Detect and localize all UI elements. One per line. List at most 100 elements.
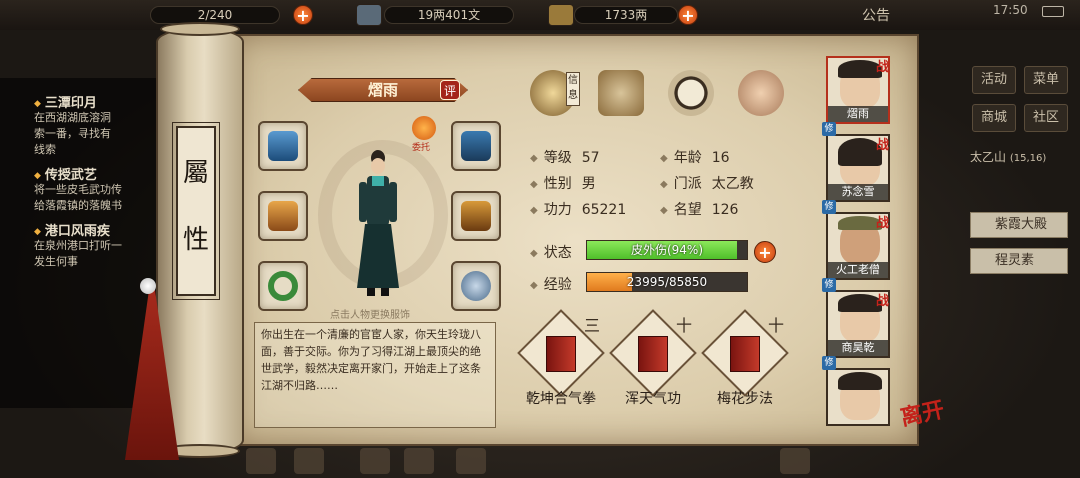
change-outfit-hint: 点击人物更换服饰 — [330, 310, 410, 321]
silver-display: 1733两 — [574, 6, 678, 24]
meridian-body-icon[interactable] — [738, 70, 784, 116]
bottom-menu-icon[interactable] — [456, 448, 486, 474]
bracer-icon — [268, 201, 298, 231]
exp-bar-text: 23995/85850 — [626, 275, 708, 289]
add-silver-button[interactable]: + — [678, 5, 698, 25]
location-coords: (15,16) — [1009, 153, 1047, 164]
stat-label: 名望 — [673, 202, 702, 218]
stat-value: 太乙教 — [711, 176, 754, 192]
copper-coin-icon — [356, 4, 382, 26]
equip-slot-gloves[interactable] — [258, 121, 308, 171]
train-badge: 修 — [822, 278, 836, 292]
mall-button[interactable]: 商城 — [972, 104, 1016, 132]
notice-button[interactable]: 公告 — [862, 5, 890, 25]
skill-mark: 十 — [768, 316, 785, 335]
panel-title: 屬性 — [172, 122, 220, 300]
gauntlet-icon — [268, 131, 298, 161]
activity-button[interactable]: 活动 — [972, 66, 1016, 94]
companion-name: 商昊乾 — [828, 340, 888, 356]
stat-label: 等级 — [543, 150, 572, 166]
equip-slot-helmet[interactable] — [451, 121, 501, 171]
skill-mark: 三 — [584, 316, 601, 335]
battle-badge: 战 — [876, 216, 890, 231]
ring-icon — [268, 271, 298, 301]
skill-mark: 十 — [676, 316, 693, 335]
entrust-label: 委托 — [412, 143, 431, 153]
stamina-display: 2/240 — [150, 6, 280, 24]
stat-label: 状态 — [543, 245, 572, 261]
heal-button[interactable]: + — [754, 241, 776, 263]
stat-level: 等级 57 — [530, 147, 600, 167]
stat-label: 门派 — [673, 176, 702, 192]
copper-display: 19两401文 — [384, 6, 514, 24]
equip-slot-armor[interactable] — [451, 191, 501, 241]
quest-title[interactable]: 传授武艺 — [34, 164, 97, 183]
stat-fame: 名望 126 — [660, 199, 739, 219]
community-button[interactable]: 社区 — [1024, 104, 1068, 132]
game-screen: { "top": { "stamina": "2/240", "copper":… — [0, 0, 1080, 478]
add-stamina-button[interactable]: + — [293, 5, 313, 25]
stat-sect: 门派太乙教 — [660, 173, 754, 193]
equip-slot-bracer[interactable] — [258, 191, 308, 241]
bottom-menu-icon[interactable] — [246, 448, 276, 474]
info-badge: 信息 — [566, 72, 580, 106]
character-sprite[interactable] — [355, 148, 401, 298]
scroll-map-icon[interactable] — [598, 70, 644, 116]
tassel-bead — [140, 278, 156, 294]
silver-ingot-icon — [548, 4, 574, 26]
list-item[interactable]: 紫霞大殿 — [970, 212, 1068, 238]
battery-icon — [1042, 6, 1064, 17]
stamina-value: 2/240 — [197, 8, 233, 22]
status-label: 状态 — [530, 242, 572, 262]
exp-label: 经验 — [530, 274, 572, 294]
battle-badge: 战 — [876, 138, 890, 153]
battle-badge: 战 — [876, 60, 890, 75]
skill-name: 浑天气功 — [625, 391, 681, 407]
bottom-menu-icon[interactable] — [404, 448, 434, 474]
exp-bar: 23995/85850 — [586, 272, 748, 292]
character-bio: 你出生在一个清廉的官宦人家，你天生玲珑八面，善于交际。你为了习得江湖上最顶尖的绝… — [254, 322, 496, 428]
stat-label: 年龄 — [673, 150, 702, 166]
evaluate-button[interactable]: 评 — [440, 80, 460, 100]
stat-value: 男 — [581, 176, 596, 192]
companion-name: 苏念雪 — [828, 184, 888, 200]
battle-badge: 战 — [876, 294, 890, 309]
hair — [838, 372, 882, 390]
entrust-icon[interactable] — [412, 116, 436, 140]
status-bar-text: 皮外伤(94%) — [630, 243, 704, 257]
stat-power: 功力 65221 — [530, 199, 627, 219]
companion-card[interactable] — [826, 368, 890, 426]
train-badge: 修 — [822, 122, 836, 136]
skill-book-icon — [546, 336, 576, 372]
skill-book-icon — [730, 336, 760, 372]
train-badge: 修 — [822, 356, 836, 370]
clock: 17:50 — [993, 3, 1028, 17]
bottom-menu-icon[interactable] — [294, 448, 324, 474]
equip-slot-accessory[interactable] — [451, 261, 501, 311]
quest-title[interactable]: 三潭印月 — [34, 92, 97, 111]
skill-name: 乾坤合气拳 — [526, 391, 596, 407]
list-item[interactable]: 程灵素 — [970, 248, 1068, 274]
stat-label: 性别 — [543, 176, 572, 192]
companion-name: 火工老僧 — [828, 262, 888, 278]
quest-title[interactable]: 港口风雨疾 — [34, 220, 110, 239]
skill-book-icon — [638, 336, 668, 372]
train-badge: 修 — [822, 200, 836, 214]
stat-value: 57 — [581, 150, 600, 166]
menu-button[interactable]: 菜单 — [1024, 66, 1068, 94]
stat-label: 经验 — [543, 277, 572, 293]
equip-slot-ring[interactable] — [258, 261, 308, 311]
stat-value: 16 — [711, 150, 730, 166]
skill-name: 梅花步法 — [717, 391, 773, 407]
helmet-icon — [461, 131, 491, 161]
stat-value: 126 — [711, 202, 739, 218]
stat-label: 功力 — [543, 202, 572, 218]
copper-value: 19两401文 — [417, 8, 481, 22]
stat-value: 65221 — [581, 202, 627, 218]
stat-gender: 性别男 — [530, 173, 596, 193]
bottom-menu-icon[interactable] — [360, 448, 390, 474]
armor-icon — [461, 201, 491, 231]
bagua-icon[interactable] — [668, 70, 714, 116]
location-label: 太乙山 (15,16) — [970, 148, 1046, 165]
bottom-menu-icon[interactable] — [780, 448, 810, 474]
